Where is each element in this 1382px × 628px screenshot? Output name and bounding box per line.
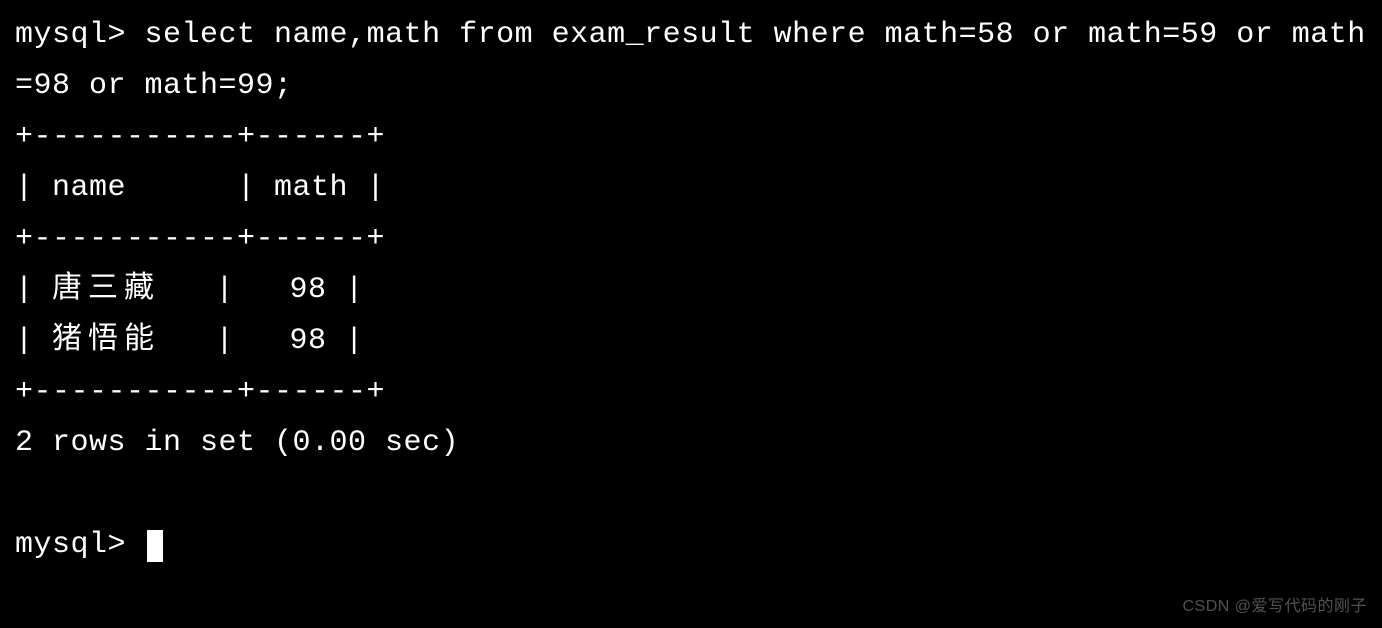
- cell-name: 猪悟能: [52, 324, 160, 358]
- empty-line: [15, 469, 1367, 520]
- table-row: | 唐三藏 | 98 |: [15, 265, 1367, 316]
- table-header-row: | name | math |: [15, 163, 1367, 214]
- status-line: 2 rows in set (0.00 sec): [15, 418, 1367, 469]
- mysql-prompt: mysql>: [15, 18, 145, 52]
- table-border-bottom: +-----------+------+: [15, 367, 1367, 418]
- cursor-icon: [147, 530, 163, 562]
- cell-name: 唐三藏: [52, 273, 160, 307]
- table-border-mid: +-----------+------+: [15, 214, 1367, 265]
- watermark-text: CSDN @爱写代码的刚子: [1182, 593, 1367, 620]
- query-line: mysql> select name,math from exam_result…: [15, 10, 1367, 112]
- mysql-prompt: mysql>: [15, 528, 145, 562]
- cell-math: 98: [290, 324, 327, 358]
- cell-math: 98: [290, 273, 327, 307]
- sql-query: select name,math from exam_result where …: [15, 18, 1366, 103]
- table-border-top: +-----------+------+: [15, 112, 1367, 163]
- table-row: | 猪悟能 | 98 |: [15, 316, 1367, 367]
- next-prompt-line[interactable]: mysql>: [15, 520, 1367, 571]
